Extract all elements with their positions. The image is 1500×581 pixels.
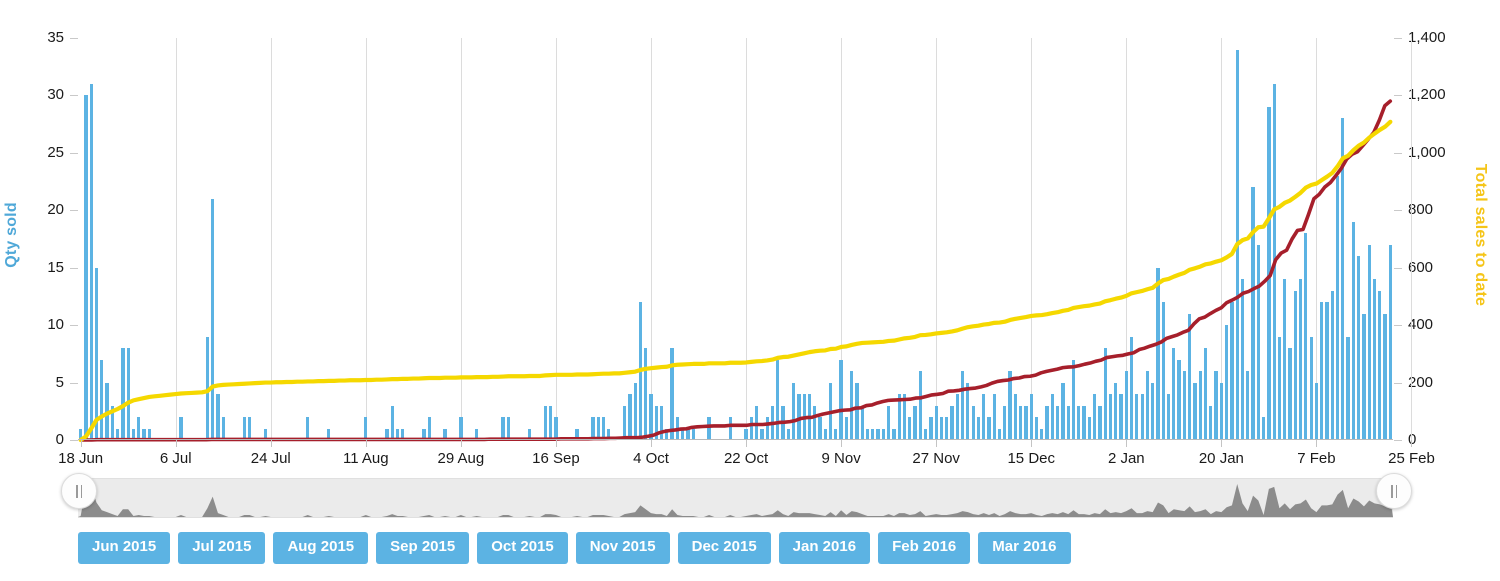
range-navigator[interactable] [61, 473, 1412, 518]
right-axis-tick-label: 1,200 [1408, 86, 1446, 104]
x-axis-tick-mark [1411, 440, 1413, 447]
left-axis-tick-label: 30 [47, 86, 64, 104]
range-button-mar-2016[interactable]: Mar 2016 [978, 532, 1071, 564]
range-button-oct-2015[interactable]: Oct 2015 [477, 532, 568, 564]
x-axis-tick-label: 20 Jan [1198, 450, 1244, 467]
left-axis-tick-mark [70, 440, 78, 441]
x-axis-tick-mark [175, 440, 177, 447]
x-axis-tick-mark [1316, 440, 1318, 447]
left-axis-tick-label: 35 [47, 29, 64, 46]
left-axis-tick-label: 20 [47, 201, 64, 219]
range-button-aug-2015[interactable]: Aug 2015 [273, 532, 369, 564]
x-axis-tick-mark [270, 440, 272, 447]
x-axis-tick-mark [365, 440, 367, 447]
x-axis-tick-label: 16 Sep [532, 450, 580, 467]
right-axis-tick-mark [1394, 440, 1402, 441]
left-axis-title: Qty sold [3, 202, 20, 268]
left-axis-tick-mark [70, 38, 78, 39]
left-axis-tick-label: 25 [47, 143, 64, 161]
range-button-jul-2015[interactable]: Jul 2015 [178, 532, 266, 564]
x-axis-tick-label: 22 Oct [723, 450, 769, 467]
range-button-feb-2016[interactable]: Feb 2016 [878, 532, 971, 564]
range-button-sep-2015[interactable]: Sep 2015 [376, 532, 470, 564]
range-button-jan-2016[interactable]: Jan 2016 [778, 532, 871, 564]
right-axis-tick-mark [1394, 95, 1402, 97]
x-axis-baseline [78, 439, 1393, 440]
x-axis-tick-mark [460, 440, 462, 447]
x-axis-tick-mark [936, 440, 938, 447]
left-axis-tick-mark [70, 152, 78, 154]
x-axis-tick-label: 27 Nov [912, 450, 960, 467]
x-axis-tick-mark [651, 440, 652, 447]
left-axis-tick-mark [70, 267, 78, 269]
x-axis-tick-mark [841, 440, 843, 447]
grip-icon [1391, 484, 1397, 498]
navigator-preview-series [78, 484, 1393, 517]
x-axis-tick-label: 25 Feb [1388, 450, 1435, 467]
right-axis-tick-mark [1394, 210, 1402, 212]
right-axis-tick-mark [1394, 325, 1402, 327]
right-axis-tick-mark [1394, 152, 1402, 154]
x-axis-tick-label: 7 Feb [1297, 450, 1336, 467]
x-axis-tick-label: 4 Oct [633, 450, 669, 467]
x-axis-tick-label: 29 Aug [437, 450, 485, 467]
total-sales-line[interactable] [78, 119, 1393, 443]
left-axis-tick-label: 0 [55, 431, 64, 448]
gridline [1411, 38, 1413, 440]
x-axis-tick-label: 24 Jul [250, 450, 291, 467]
range-button-dec-2015[interactable]: Dec 2015 [677, 532, 771, 564]
x-axis-tick-mark [746, 440, 748, 447]
right-axis-tick-label: 1,000 [1408, 143, 1446, 161]
right-axis-tick-mark [1394, 382, 1402, 384]
right-axis-tick-mark [1394, 267, 1402, 269]
sales-chart-page: Qty sold Total sales to date 0 5 10 15 20 25 3… [0, 0, 1500, 581]
x-axis-tick-label: 11 Aug [343, 450, 389, 467]
right-axis-title: Total sales to date [1472, 163, 1489, 307]
x-axis-tick-mark [1126, 440, 1128, 447]
x-axis-tick-label: 15 Dec [1007, 450, 1055, 467]
x-axis-tick-mark [555, 440, 557, 447]
x-axis-tick-label: 18 Jun [58, 450, 104, 467]
left-axis-tick-label: 5 [55, 373, 64, 391]
right-axis-tick-label: 1,400 [1408, 29, 1446, 46]
left-axis-tick-mark [70, 382, 78, 384]
plot-area: 18 Jun 6 Jul 24 Jul 11 Aug 29 Aug 16 Sep 4 Oct… [58, 38, 1435, 467]
right-axis-tick-mark [1394, 38, 1402, 39]
chart-canvas: Qty sold Total sales to date 0 5 10 15 20 25 3… [0, 0, 1500, 470]
navigator-handle-right[interactable] [1376, 473, 1412, 509]
x-axis-tick-mark [1221, 440, 1223, 447]
range-button-nov-2015[interactable]: Nov 2015 [575, 532, 670, 564]
x-axis-tick-label: 9 Nov [821, 450, 861, 467]
range-button-jun-2015[interactable]: Jun 2015 [78, 532, 171, 564]
line-series [78, 99, 1393, 443]
x-axis-tick-mark [1031, 440, 1033, 447]
grip-icon [76, 484, 82, 498]
left-axis-tick-mark [70, 325, 78, 327]
range-selector-buttons: Jun 2015 Jul 2015 Aug 2015 Sep 2015 Oct 2015… [78, 532, 1071, 564]
x-axis-tick-label: 6 Jul [159, 450, 192, 467]
left-axis-tick-label: 15 [47, 258, 64, 276]
left-axis-tick-mark [70, 95, 78, 97]
left-axis-tick-label: 10 [47, 316, 64, 334]
x-axis-tick-label: 2 Jan [1107, 450, 1145, 467]
x-axis-tick-mark [80, 440, 82, 447]
navigator-handle-left[interactable] [61, 473, 97, 509]
left-axis-tick-mark [70, 210, 78, 212]
navigator-area [78, 484, 1393, 517]
